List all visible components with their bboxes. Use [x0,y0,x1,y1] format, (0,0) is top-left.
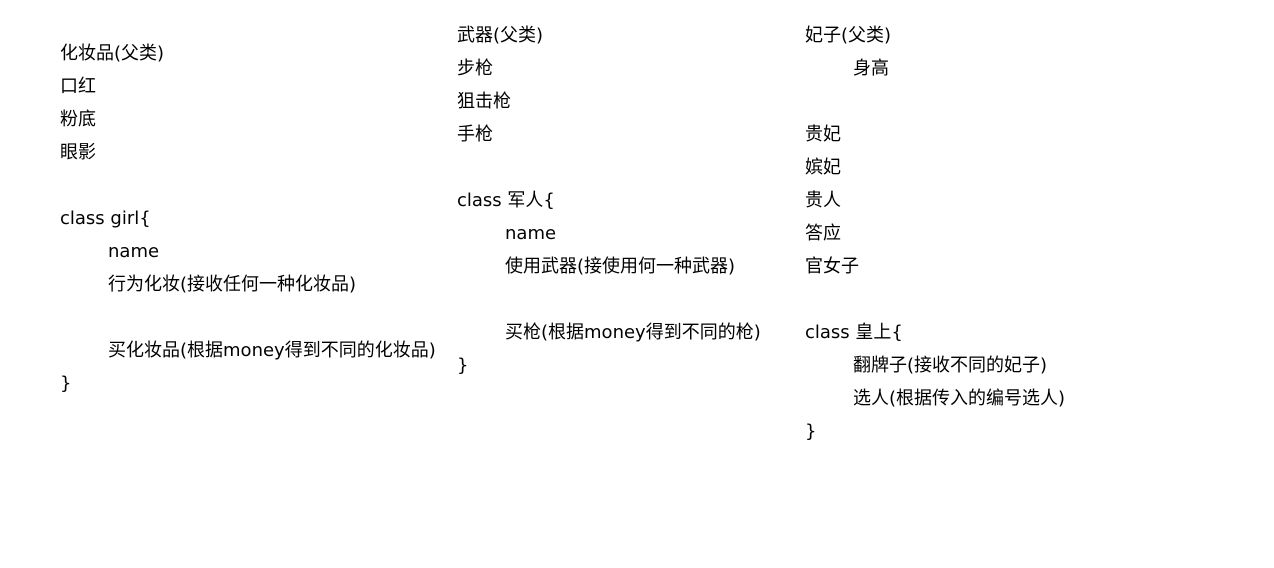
cosmetics-line: 粉底 [60,109,96,130]
consorts-line: 翻牌子(接收不同的妃子) [853,355,1048,376]
cosmetics-line: 化妆品(父类) [60,43,165,64]
consorts-line: 选人(根据传入的编号选人) [853,388,1066,409]
cosmetics-line: name [108,241,160,262]
weapons-line: 手枪 [457,124,493,145]
weapons-line: 武器(父类) [457,25,544,46]
consorts-line: class 皇上{ [805,322,903,343]
consorts-line: 身高 [853,58,889,79]
consorts-line: 答应 [805,223,841,244]
consorts-line: 妃子(父类) [805,25,892,46]
consorts-line: 贵人 [805,190,841,211]
weapons-line: } [457,355,469,376]
cosmetics-line: 口红 [60,76,96,97]
consorts-line: 官女子 [805,256,859,277]
weapons-line: class 军人{ [457,190,555,211]
cosmetics-line: 买化妆品(根据money得到不同的化妆品) [108,340,436,361]
weapons-line: 买枪(根据money得到不同的枪) [505,322,761,343]
weapons-line: 狙击枪 [457,91,511,112]
weapons-line: name [505,223,557,244]
weapons-line: 使用武器(接使用何一种武器) [505,256,736,277]
cosmetics-line: class girl{ [60,208,151,229]
cosmetics-line: } [60,373,72,394]
cosmetics-line: 眼影 [60,142,96,163]
weapons-line: 步枪 [457,58,493,79]
consorts-line: 贵妃 [805,124,841,145]
consorts-line: 嫔妃 [805,157,841,178]
cosmetics-line: 行为化妆(接收任何一种化妆品) [108,274,357,295]
consorts-line: } [805,421,817,442]
